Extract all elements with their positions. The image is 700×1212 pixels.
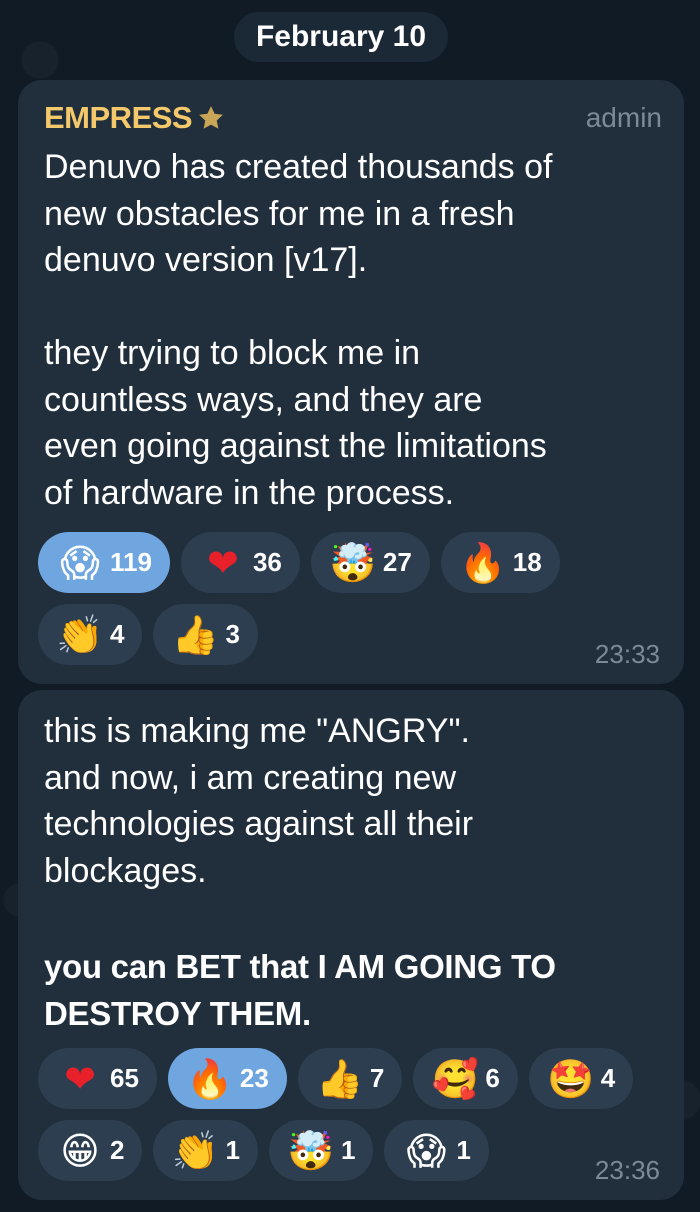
reaction-count: 7 <box>369 1063 385 1093</box>
date-separator: February 10 <box>234 12 448 62</box>
star-struck-emoji-icon: 🤩 <box>547 1056 595 1101</box>
smiling-hearts-emoji-icon: 🥰 <box>431 1056 479 1101</box>
scream-emoji-icon: 😱 <box>60 540 100 585</box>
reaction-button[interactable]: 👏 1 <box>153 1120 258 1181</box>
reaction-count: 36 <box>252 547 282 577</box>
reaction-button[interactable]: 👏 4 <box>38 604 143 665</box>
message-text: this is making me "ANGRY". and now, i am… <box>44 712 474 890</box>
heart-emoji-icon: ❤ <box>64 1056 96 1101</box>
clap-emoji-icon: 👏 <box>56 612 104 657</box>
author-name[interactable]: EMPRESS <box>44 100 193 136</box>
fire-emoji-icon: 🔥 <box>459 540 507 585</box>
reaction-button[interactable]: ❤ 36 <box>180 532 300 593</box>
heart-emoji-icon: ❤ <box>207 540 239 585</box>
date-label: February 10 <box>255 20 427 53</box>
fire-emoji-icon: 🔥 <box>186 1056 234 1101</box>
reaction-count: 27 <box>382 547 412 577</box>
reaction-count: 1 <box>340 1135 356 1165</box>
reaction-count: 23 <box>239 1063 269 1093</box>
reaction-count: 4 <box>600 1063 616 1093</box>
thumbs-up-emoji-icon: 👍 <box>171 612 220 657</box>
reaction-count: 2 <box>110 1135 125 1165</box>
grin-emoji-icon: 😁 <box>60 1128 100 1173</box>
reaction-button[interactable]: ❤ 65 <box>38 1048 157 1109</box>
reactions-bar: ❤ 65 🔥 23 👍 7 🥰 6 🤩 4 😁 2 👏 1 🤯 1 😱 1 <box>38 1048 678 1181</box>
reaction-count: 3 <box>225 619 240 649</box>
message-bubble[interactable]: this is making me "ANGRY". and now, i am… <box>18 690 684 1200</box>
message-bubble[interactable]: EMPRESS admin Denuvo has created thousan… <box>18 80 684 684</box>
reaction-button[interactable]: 🥰 6 <box>413 1048 518 1109</box>
message-time: 23:36 <box>594 1155 660 1185</box>
scream-emoji-icon: 😱 <box>406 1128 447 1173</box>
clap-emoji-icon: 👏 <box>171 1128 220 1173</box>
reaction-button[interactable]: 🔥 23 <box>167 1048 287 1109</box>
reaction-count: 4 <box>110 619 125 649</box>
reaction-button[interactable]: 😁 2 <box>38 1120 143 1181</box>
star-icon <box>199 106 223 129</box>
admin-badge: admin <box>585 102 662 133</box>
message-time: 23:33 <box>594 639 660 669</box>
message-bold-text: you can BET that I AM GOING TO DESTROY T… <box>44 948 556 1032</box>
message-text: Denuvo has created thousands of new obst… <box>44 148 553 512</box>
exploding-head-emoji-icon: 🤯 <box>329 540 377 585</box>
reaction-button[interactable]: 😱 119 <box>38 532 170 593</box>
reaction-count: 65 <box>110 1063 139 1093</box>
reaction-button[interactable]: 👍 7 <box>297 1048 403 1109</box>
reaction-count: 1 <box>456 1135 471 1165</box>
reaction-count: 1 <box>225 1135 240 1165</box>
reaction-button[interactable]: 🤯 1 <box>268 1120 374 1181</box>
reaction-button[interactable]: 👍 3 <box>153 604 258 665</box>
reaction-button[interactable]: 🤩 4 <box>528 1048 634 1109</box>
reaction-button[interactable]: 😱 1 <box>384 1120 489 1181</box>
reaction-count: 119 <box>110 547 152 577</box>
reaction-button[interactable]: 🔥 18 <box>440 532 560 593</box>
thumbs-up-emoji-icon: 👍 <box>316 1056 364 1101</box>
reaction-count: 18 <box>512 547 542 577</box>
exploding-head-emoji-icon: 🤯 <box>287 1128 335 1173</box>
reaction-button[interactable]: 🤯 27 <box>310 532 430 593</box>
reaction-count: 6 <box>485 1063 500 1093</box>
message-header: EMPRESS admin <box>44 98 662 138</box>
reactions-bar: 😱 119 ❤ 36 🤯 27 🔥 18 👏 4 👍 3 <box>38 532 638 665</box>
